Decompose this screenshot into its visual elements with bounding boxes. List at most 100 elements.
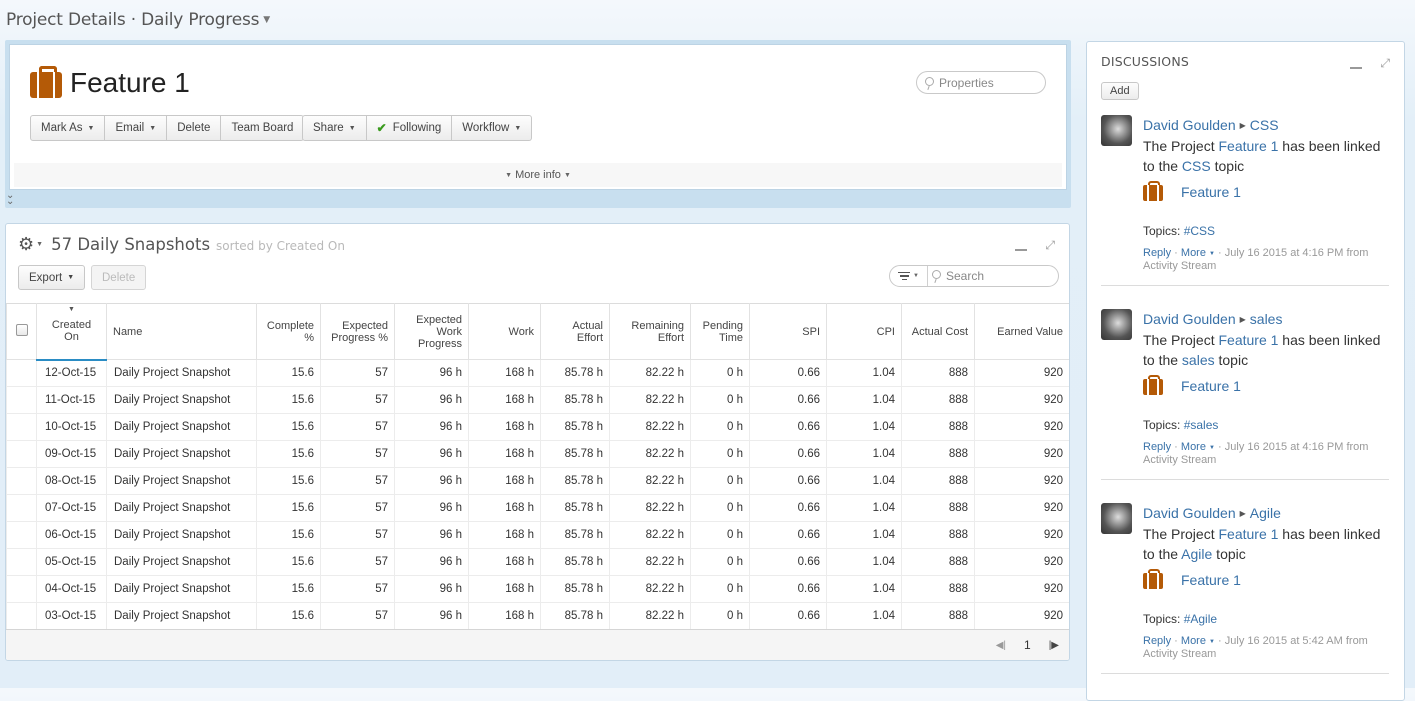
cell-work: 168 h (468, 548, 541, 576)
column-header-actual-effort[interactable]: Actual Effort (540, 303, 610, 360)
table-row[interactable]: 10-Oct-15 Daily Project Snapshot 15.6 57 96 … (6, 413, 1069, 441)
cell-name[interactable]: Daily Project Snapshot (106, 440, 257, 468)
row-select-cell[interactable] (6, 413, 37, 441)
column-header-name[interactable]: Name (106, 303, 257, 360)
table-row[interactable]: 05-Oct-15 Daily Project Snapshot 15.6 57 96 … (6, 548, 1069, 576)
cell-name[interactable]: Daily Project Snapshot (106, 467, 257, 495)
properties-search-input[interactable]: Properties (916, 71, 1046, 94)
item-link[interactable]: Feature 1 (1218, 138, 1278, 154)
more-link[interactable]: More ▼ (1181, 441, 1215, 453)
topic-link[interactable]: sales (1250, 311, 1283, 327)
row-select-cell[interactable] (6, 467, 37, 495)
cell-name[interactable]: Daily Project Snapshot (106, 359, 257, 387)
column-header-created-on[interactable]: ▼ Created On (36, 303, 107, 361)
item-link[interactable]: Feature 1 (1218, 526, 1278, 542)
linked-item-link[interactable]: Feature 1 (1181, 184, 1241, 200)
mark-as-button[interactable]: Mark As ▼ (30, 115, 106, 141)
cell-name[interactable]: Daily Project Snapshot (106, 521, 257, 549)
topic-link[interactable]: Agile (1250, 505, 1281, 521)
expand-icon[interactable]: ⤢ (1380, 56, 1390, 71)
author-link[interactable]: David Goulden (1143, 311, 1236, 327)
item-link[interactable]: Feature 1 (1218, 332, 1278, 348)
column-header-remaining-effort[interactable]: Remaining Effort (609, 303, 691, 360)
cell-name[interactable]: Daily Project Snapshot (106, 548, 257, 576)
reply-link[interactable]: Reply (1143, 247, 1171, 259)
topic-inline-link[interactable]: sales (1182, 352, 1215, 368)
cell-name[interactable]: Daily Project Snapshot (106, 575, 257, 603)
delete-item-button[interactable]: Delete (167, 115, 222, 141)
column-header-expected-progress[interactable]: Expected Progress % (320, 303, 395, 360)
more-info-toggle[interactable]: ▼ More info ▼ (14, 163, 1062, 187)
select-all-checkbox[interactable] (15, 324, 28, 336)
table-row[interactable]: 12-Oct-15 Daily Project Snapshot 15.6 57 96 … (6, 359, 1069, 387)
linked-item-link[interactable]: Feature 1 (1181, 572, 1241, 588)
following-button[interactable]: ✔ Following (366, 115, 453, 141)
minimize-icon[interactable] (1015, 248, 1028, 251)
row-select-cell[interactable] (6, 359, 37, 387)
grid-search-input[interactable]: Search (928, 269, 984, 283)
workflow-button[interactable]: Workflow ▼ (452, 115, 533, 141)
row-select-cell[interactable] (6, 575, 37, 603)
more-link[interactable]: More ▼ (1181, 247, 1215, 259)
avatar[interactable] (1101, 309, 1132, 340)
table-row[interactable]: 03-Oct-15 Daily Project Snapshot 15.6 57 96 … (6, 602, 1069, 630)
author-link[interactable]: David Goulden (1143, 505, 1236, 521)
current-page[interactable]: 1 (1024, 638, 1031, 652)
chevron-down-icon[interactable]: ▼ (36, 241, 43, 248)
column-header-actual-cost[interactable]: Actual Cost (901, 303, 975, 360)
row-select-cell[interactable] (6, 440, 37, 468)
row-select-cell[interactable] (6, 521, 37, 549)
export-button[interactable]: Export ▼ (18, 265, 86, 290)
column-label: Pending Time (702, 319, 743, 344)
email-button[interactable]: Email ▼ (105, 115, 168, 141)
expand-icon[interactable]: ⤢ (1045, 238, 1055, 253)
team-board-button[interactable]: Team Board (221, 115, 305, 141)
topic-inline-link[interactable]: Agile (1181, 546, 1212, 562)
row-select-cell[interactable] (6, 386, 37, 414)
more-link[interactable]: More ▼ (1181, 635, 1215, 647)
row-select-cell[interactable] (6, 494, 37, 522)
topic-link[interactable]: CSS (1250, 117, 1279, 133)
column-header-work[interactable]: Work (468, 303, 541, 360)
gear-icon[interactable]: ⚙ (18, 234, 34, 255)
table-row[interactable]: 04-Oct-15 Daily Project Snapshot 15.6 57 96 … (6, 575, 1069, 603)
next-page-icon[interactable]: |▶ (1049, 640, 1059, 651)
column-header-expected-work-progress[interactable]: Expected Work Progress (394, 303, 469, 360)
share-button[interactable]: Share ▼ (302, 115, 367, 141)
column-header-complete[interactable]: Complete% (256, 303, 321, 360)
column-header-cpi[interactable]: CPI (826, 303, 902, 360)
column-label: Complete% (266, 319, 314, 344)
delete-button[interactable]: Delete (91, 265, 147, 290)
table-row[interactable]: 09-Oct-15 Daily Project Snapshot 15.6 57 96 … (6, 440, 1069, 468)
cell-name[interactable]: Daily Project Snapshot (106, 602, 257, 630)
table-row[interactable]: 06-Oct-15 Daily Project Snapshot 15.6 57 96 … (6, 521, 1069, 549)
add-discussion-button[interactable]: Add (1101, 82, 1139, 100)
table-row[interactable]: 11-Oct-15 Daily Project Snapshot 15.6 57 96 … (6, 386, 1069, 414)
select-all-column[interactable] (6, 303, 37, 360)
topic-tag-link[interactable]: #sales (1184, 418, 1219, 432)
author-link[interactable]: David Goulden (1143, 117, 1236, 133)
topic-tag-link[interactable]: #Agile (1184, 612, 1217, 626)
column-header-pending-time[interactable]: Pending Time (690, 303, 750, 360)
topic-tag-link[interactable]: #CSS (1184, 224, 1215, 238)
reply-link[interactable]: Reply (1143, 635, 1171, 647)
reply-link[interactable]: Reply (1143, 441, 1171, 453)
column-header-earned-value[interactable]: Earned Value (974, 303, 1069, 360)
page-title[interactable]: Project Details · Daily Progress ▼ (6, 10, 270, 30)
double-chevron-down-icon[interactable]: ⌄ ⌄ (6, 191, 14, 207)
avatar[interactable] (1101, 503, 1132, 534)
column-header-spi[interactable]: SPI (749, 303, 827, 360)
row-select-cell[interactable] (6, 548, 37, 576)
row-select-cell[interactable] (6, 602, 37, 630)
previous-page-icon[interactable]: ◀| (996, 640, 1006, 651)
avatar[interactable] (1101, 115, 1132, 146)
topic-inline-link[interactable]: CSS (1182, 158, 1211, 174)
linked-item-link[interactable]: Feature 1 (1181, 378, 1241, 394)
minimize-icon[interactable] (1350, 66, 1363, 69)
cell-name[interactable]: Daily Project Snapshot (106, 413, 257, 441)
table-row[interactable]: 08-Oct-15 Daily Project Snapshot 15.6 57 96 … (6, 467, 1069, 495)
table-row[interactable]: 07-Oct-15 Daily Project Snapshot 15.6 57 96 … (6, 494, 1069, 522)
filter-button[interactable]: ▼ (890, 266, 928, 286)
cell-name[interactable]: Daily Project Snapshot (106, 386, 257, 414)
cell-name[interactable]: Daily Project Snapshot (106, 494, 257, 522)
